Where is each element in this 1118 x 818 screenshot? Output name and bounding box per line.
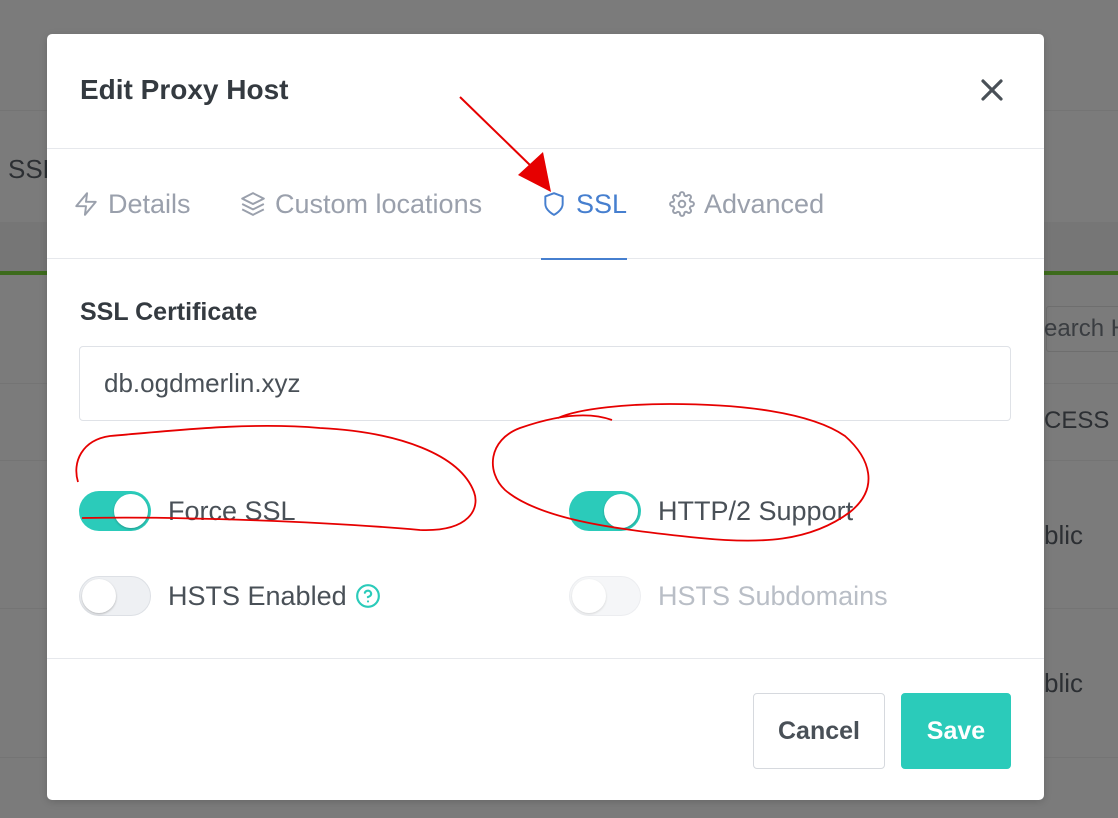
gear-icon <box>669 191 695 217</box>
layers-icon <box>240 191 266 217</box>
force-ssl-switch[interactable] <box>79 491 151 531</box>
hsts-enabled-label: HSTS Enabled <box>168 580 347 611</box>
close-button[interactable] <box>978 76 1006 104</box>
switch-knob <box>114 494 148 528</box>
tab-details[interactable]: Details <box>73 149 191 259</box>
modal-header: Edit Proxy Host <box>47 34 1044 149</box>
switch-knob <box>604 494 638 528</box>
hsts-enabled-toggle[interactable]: HSTS Enabled <box>79 576 381 616</box>
cancel-button[interactable]: Cancel <box>753 693 885 769</box>
ssl-certificate-value: db.ogdmerlin.xyz <box>104 368 301 398</box>
tab-ssl[interactable]: SSL <box>541 149 628 260</box>
modal-footer: Cancel Save <box>47 658 1044 800</box>
bg-cell-access: blic <box>1044 668 1084 698</box>
tab-details-label: Details <box>108 188 191 219</box>
close-icon <box>981 79 1003 101</box>
force-ssl-label: Force SSL <box>168 495 296 526</box>
switch-knob <box>572 579 606 613</box>
question-circle-icon[interactable] <box>355 583 381 609</box>
ssl-tab-panel: SSL Certificate db.ogdmerlin.xyz Force S… <box>47 260 1044 658</box>
edit-proxy-host-modal: Edit Proxy Host Details Custom locations… <box>47 34 1044 800</box>
hsts-subdomains-toggle[interactable]: HSTS Subdomains <box>569 576 888 616</box>
bg-cell-access: blic <box>1044 520 1084 550</box>
force-ssl-toggle[interactable]: Force SSL <box>79 491 296 531</box>
hsts-subdomains-label: HSTS Subdomains <box>658 580 888 611</box>
bg-column-header: CESS <box>1044 407 1110 434</box>
shield-icon <box>541 191 567 217</box>
tab-advanced-label: Advanced <box>704 188 825 219</box>
hsts-enabled-switch[interactable] <box>79 576 151 616</box>
bg-search-placeholder: earch H <box>1044 315 1118 342</box>
ssl-certificate-select[interactable]: db.ogdmerlin.xyz <box>79 346 1011 421</box>
ssl-certificate-label: SSL Certificate <box>80 298 258 326</box>
tab-advanced[interactable]: Advanced <box>669 149 824 259</box>
hsts-subdomains-switch[interactable] <box>569 576 641 616</box>
lightning-icon <box>73 191 99 217</box>
modal-tabs: Details Custom locations SSL Advanced <box>47 149 1044 260</box>
tab-ssl-label: SSL <box>576 188 628 219</box>
tab-custom-locations[interactable]: Custom locations <box>240 149 482 259</box>
switch-knob <box>82 579 116 613</box>
http2-support-toggle[interactable]: HTTP/2 Support <box>569 491 853 531</box>
tab-custom-locations-label: Custom locations <box>275 188 483 219</box>
http2-support-label: HTTP/2 Support <box>658 495 854 526</box>
modal-title: Edit Proxy Host <box>80 74 289 105</box>
http2-support-switch[interactable] <box>569 491 641 531</box>
save-button[interactable]: Save <box>901 693 1011 769</box>
